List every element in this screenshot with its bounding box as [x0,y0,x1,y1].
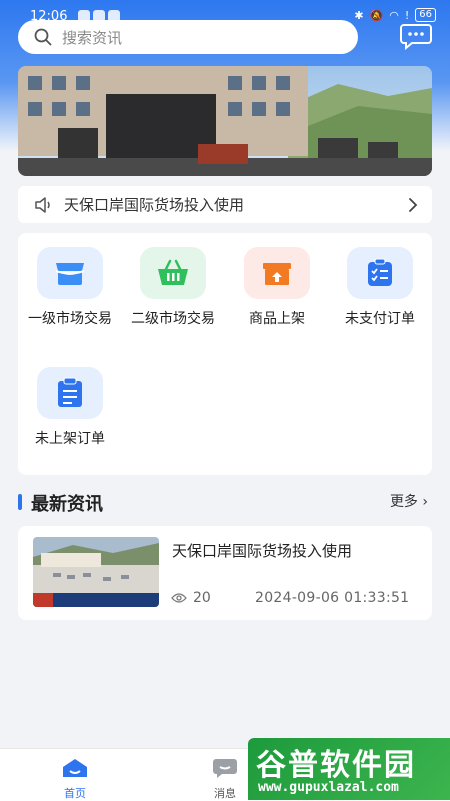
news-thumbnail [33,537,159,607]
notice-text: 天保口岸国际货场投入使用 [64,196,245,214]
service-secondary-market[interactable]: 二级市场交易 [123,247,223,329]
box-upload-icon [263,263,291,285]
service-label: 商品上架 [249,311,305,327]
service-label: 未上架订单 [35,431,105,447]
news-section-header: 最新资讯 更多 › [18,488,432,516]
tab-home[interactable]: 首页 [45,757,105,801]
service-primary-market[interactable]: 一级市场交易 [20,247,120,329]
watermark-logo: 谷普软件园 www.gupuxlazal.com [248,738,450,800]
market-basket-icon [55,263,85,285]
service-grid: 一级市场交易 二级市场交易 商品上架 未支付订单 未上架订单 [18,233,432,475]
service-list-goods[interactable]: 商品上架 [227,247,327,329]
service-label: 二级市场交易 [131,311,215,327]
news-view-count: 20 [193,590,211,606]
watermark-url: www.gupuxlazal.com [258,780,399,795]
checklist-icon [368,258,392,286]
service-label: 一级市场交易 [28,311,112,327]
tab-messages[interactable]: 消息 [195,757,255,801]
service-unlisted-orders[interactable]: 未上架订单 [20,367,120,449]
chat-bubble-icon[interactable] [400,22,432,50]
wifi-icon: ◠ [389,8,399,22]
service-label: 未支付订单 [345,311,415,327]
eye-icon [171,593,187,603]
section-title: 最新资讯 [31,494,103,515]
service-unpaid-orders[interactable]: 未支付订单 [330,247,430,329]
tab-label: 首页 [64,787,86,800]
bluetooth-icon: ✱ [354,8,364,22]
shopping-basket-icon [158,259,188,285]
clipboard-icon [58,377,82,407]
speaker-icon [35,196,50,213]
message-icon [213,759,237,778]
section-accent-bar [18,494,22,510]
search-placeholder: 搜索资讯 [62,28,123,47]
news-date: 2024-09-06 01:33:51 [255,590,410,606]
battery-indicator: 66 [415,8,436,22]
more-link[interactable]: 更多 › [390,491,428,511]
search-icon [34,28,52,46]
banner-image[interactable] [18,66,432,176]
alert-icon: ! [404,8,410,22]
news-views: 20 [171,590,211,606]
watermark-title: 谷普软件园 [256,748,416,783]
status-indicators: ✱ 🔕 ◠ ! 66 [354,8,436,22]
home-icon [63,759,87,777]
more-label: 更多 [389,494,418,510]
mute-icon: 🔕 [369,8,384,22]
search-bar[interactable]: 搜索资讯 [18,20,358,54]
news-title: 天保口岸国际货场投入使用 [172,542,353,560]
chevron-right-icon [409,197,418,212]
tab-label: 消息 [214,787,236,800]
news-card[interactable]: 天保口岸国际货场投入使用 20 2024-09-06 01:33:51 [18,526,432,620]
notice-bar[interactable]: 天保口岸国际货场投入使用 [18,186,432,223]
chevron-right-icon: › [422,494,428,510]
